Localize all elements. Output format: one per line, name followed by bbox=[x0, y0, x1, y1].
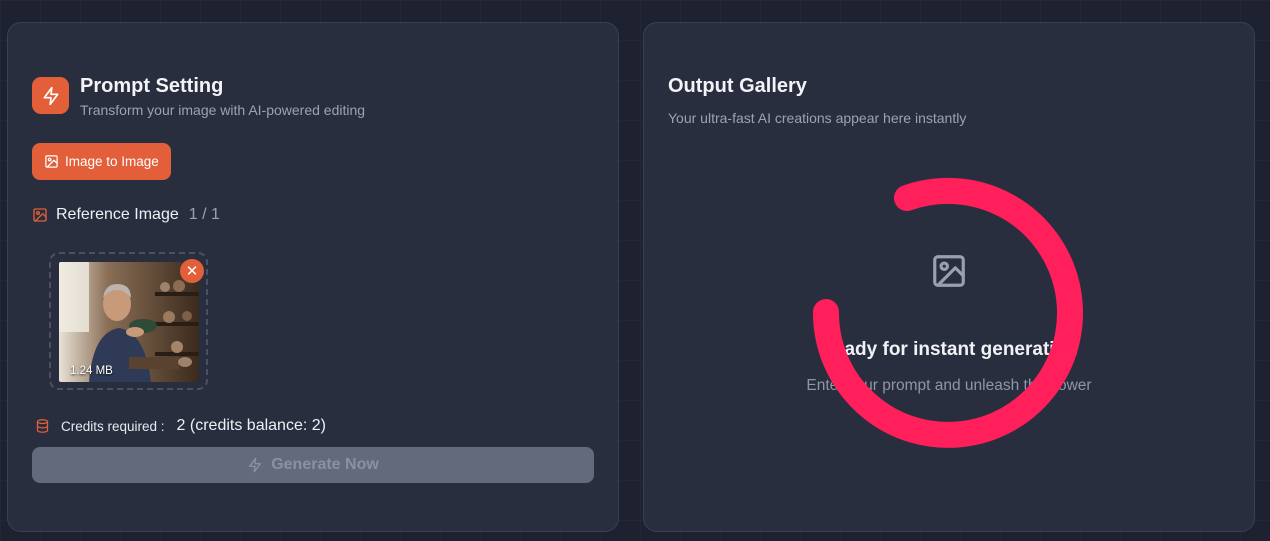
prompt-setting-panel: Prompt Setting Transform your image with… bbox=[7, 22, 619, 532]
reference-photo: 1.24 MB bbox=[59, 262, 199, 382]
file-size-label: 1.24 MB bbox=[70, 365, 113, 377]
image-to-image-label: Image to Image bbox=[65, 154, 159, 169]
lightning-icon bbox=[249, 457, 262, 473]
reference-image-thumbnail[interactable]: 1.24 MB ✕ bbox=[49, 252, 208, 390]
reference-image-label: Reference Image bbox=[56, 206, 179, 223]
output-gallery-subtitle: Your ultra-fast AI creations appear here… bbox=[668, 110, 967, 126]
image-icon bbox=[33, 208, 47, 222]
reference-image-count: 1 / 1 bbox=[188, 206, 220, 223]
image-icon bbox=[45, 155, 58, 168]
reference-image-header: Reference Image 1 / 1 bbox=[32, 206, 220, 224]
database-icon bbox=[36, 419, 49, 433]
prompt-setting-subtitle: Transform your image with AI-powered edi… bbox=[80, 102, 366, 118]
lightning-icon bbox=[32, 77, 69, 114]
close-icon: ✕ bbox=[185, 262, 199, 280]
loading-spinner bbox=[812, 177, 1083, 448]
output-gallery-title: Output Gallery bbox=[668, 75, 807, 97]
credits-value: 2 (credits balance: 2) bbox=[176, 417, 326, 434]
remove-image-button[interactable]: ✕ bbox=[180, 259, 204, 283]
prompt-setting-title: Prompt Setting bbox=[80, 75, 224, 97]
generate-now-button[interactable]: Generate Now bbox=[32, 447, 594, 483]
credits-required-label: Credits required : bbox=[61, 418, 165, 434]
image-to-image-button[interactable]: Image to Image bbox=[32, 143, 171, 180]
generate-now-label: Generate Now bbox=[271, 456, 379, 473]
credits-row: Credits required : 2 (credits balance: 2… bbox=[35, 417, 326, 435]
